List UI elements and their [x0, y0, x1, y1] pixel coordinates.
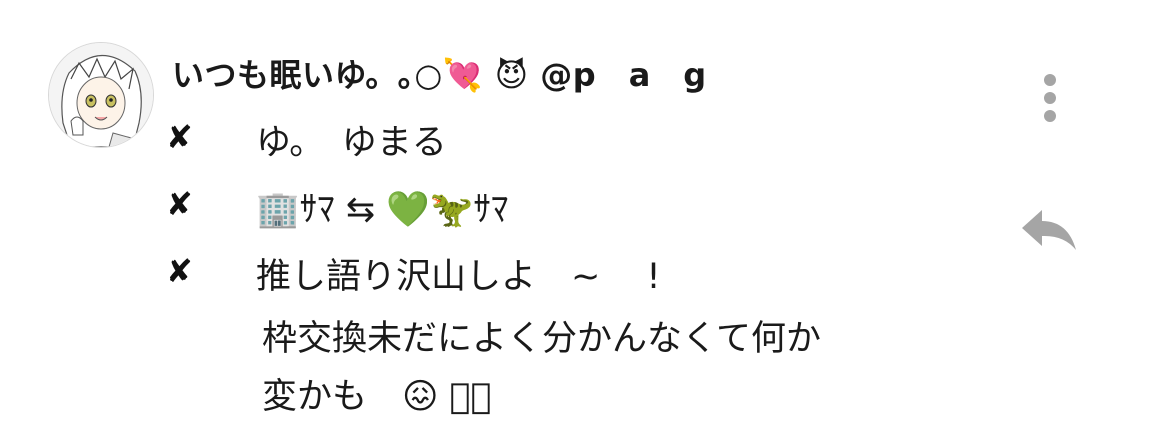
list-bullet: ✘ [166, 118, 193, 156]
avatar[interactable] [48, 42, 154, 148]
reply-button[interactable] [1018, 204, 1082, 260]
post-line: 🏢ｻﾏ ⇆ 💚🦖ｻﾏ [256, 190, 509, 230]
list-bullet: ✘ [166, 185, 193, 223]
post-line: ゆ。 ゆまる [256, 123, 447, 163]
post-line-continuation: 枠交換未だによく分かんなくて何か [262, 319, 821, 359]
more-options-button[interactable] [1030, 68, 1070, 128]
list-bullet: ✘ [166, 252, 193, 290]
post-line-continuation: 変かも 😖 ﾟﾟ [262, 377, 492, 417]
reply-arrow-icon [1022, 210, 1076, 250]
display-name[interactable]: いつも眠いゆ。｡○💘 😈 @p a g [172, 50, 707, 96]
post-line: 推し語り沢山しよ ~ ! [256, 257, 661, 297]
avatar-image [49, 43, 153, 147]
